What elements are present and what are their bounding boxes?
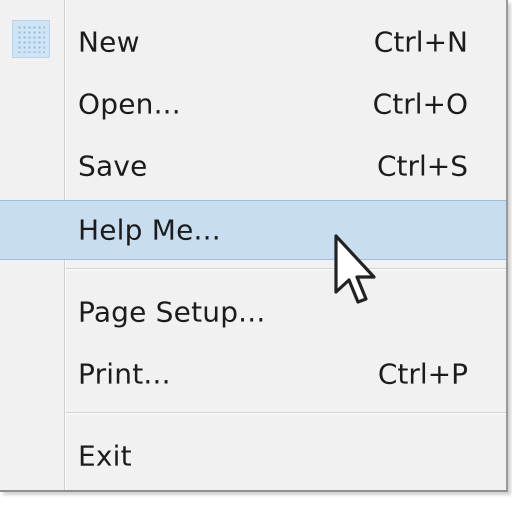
menu-item-shortcut: Ctrl+P bbox=[377, 357, 468, 391]
menu-item-label: Print... bbox=[78, 357, 171, 391]
menu-item-label: Page Setup... bbox=[78, 295, 266, 329]
menu-item-print[interactable]: Print... Ctrl+P bbox=[66, 346, 506, 402]
menu-item-exit[interactable]: Exit bbox=[66, 428, 506, 484]
menu-separator bbox=[66, 268, 506, 270]
mouse-pointer-icon bbox=[334, 234, 376, 304]
file-menu: New Ctrl+N Open... Ctrl+O Save Ctrl+S He… bbox=[0, 0, 508, 492]
menu-item-shortcut: Ctrl+O bbox=[372, 87, 468, 121]
menu-item-label: Exit bbox=[78, 439, 132, 473]
menu-item-label: New bbox=[78, 25, 140, 59]
menu-item-shortcut: Ctrl+S bbox=[376, 149, 468, 183]
menu-item-shortcut: Ctrl+N bbox=[373, 25, 468, 59]
app-icon-pattern bbox=[17, 25, 45, 53]
menu-item-help-me[interactable]: Help Me... bbox=[0, 200, 506, 260]
menu-separator bbox=[66, 412, 506, 414]
menu-item-label: Save bbox=[78, 149, 148, 183]
app-icon bbox=[12, 20, 50, 58]
menu-item-new[interactable]: New Ctrl+N bbox=[66, 14, 506, 70]
menu-item-label: Open... bbox=[78, 87, 181, 121]
menu-item-open[interactable]: Open... Ctrl+O bbox=[66, 76, 506, 132]
menu-item-page-setup[interactable]: Page Setup... bbox=[66, 284, 506, 340]
menu-item-save[interactable]: Save Ctrl+S bbox=[66, 138, 506, 194]
menu-item-label: Help Me... bbox=[78, 213, 221, 247]
